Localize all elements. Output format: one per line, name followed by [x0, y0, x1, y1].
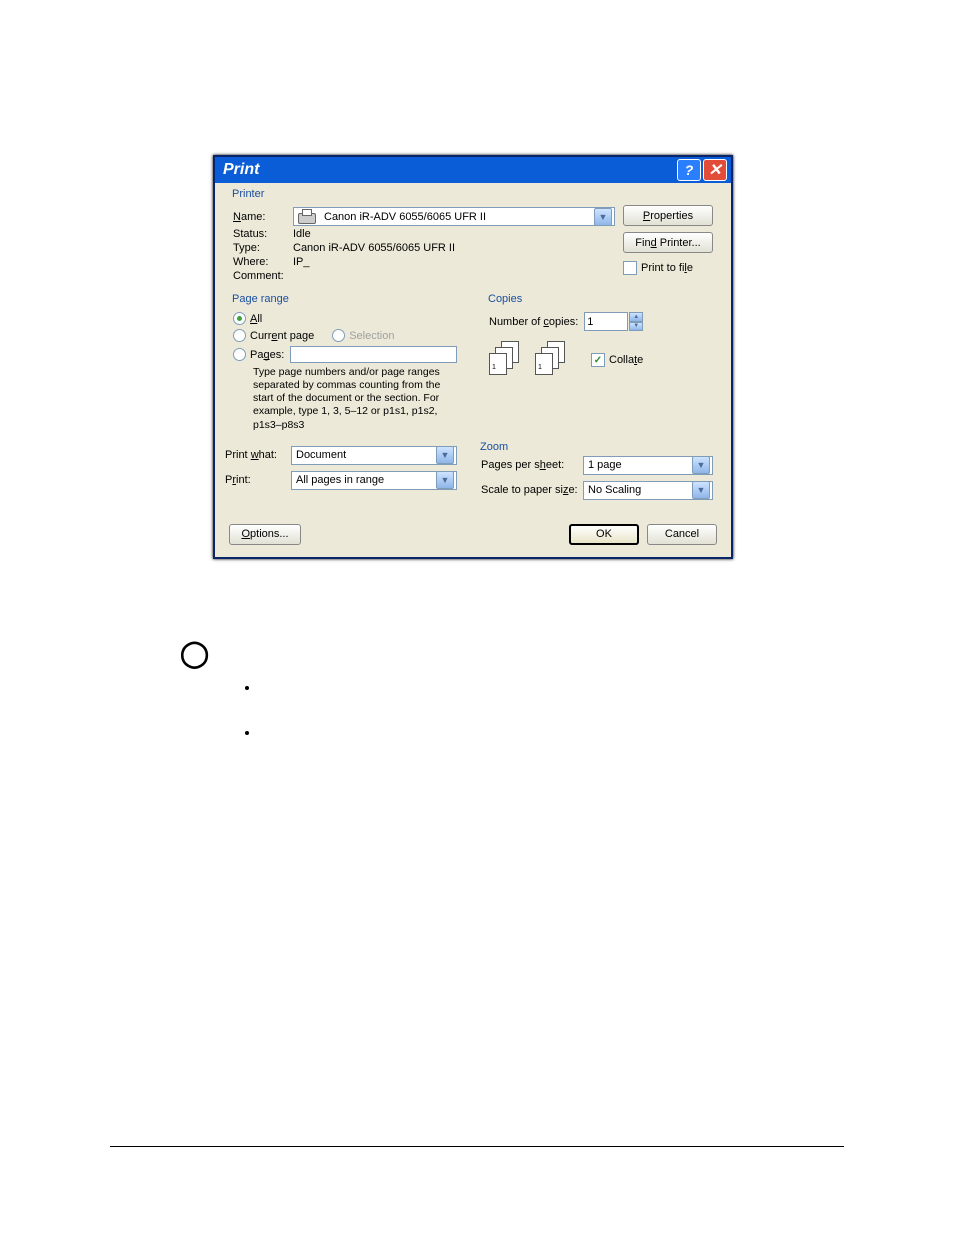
- pages-input[interactable]: [290, 346, 457, 363]
- chevron-down-icon[interactable]: ▼: [436, 471, 454, 489]
- status-label: Status:: [233, 228, 293, 240]
- radio-pages[interactable]: Pages:: [233, 348, 284, 361]
- num-copies-input[interactable]: [584, 312, 628, 331]
- copies-section: Copies Number of copies: ▲ ▼ 3 2: [481, 300, 721, 438]
- page-range-legend: Page range: [229, 293, 292, 305]
- copies-legend: Copies: [485, 293, 525, 305]
- close-button[interactable]: ✕: [703, 159, 727, 181]
- zoom-legend: Zoom: [477, 441, 511, 453]
- radio-all[interactable]: All: [233, 312, 457, 325]
- options-button[interactable]: Options...: [229, 524, 301, 545]
- print-what-value: Document: [294, 449, 436, 461]
- printer-icon: [296, 209, 316, 225]
- pages-per-sheet-dropdown[interactable]: 1 page ▼: [583, 456, 713, 475]
- footer-divider: [110, 1146, 844, 1147]
- printer-name-dropdown[interactable]: Canon iR-ADV 6055/6065 UFR II ▼: [293, 207, 615, 226]
- print-label: Print:: [225, 474, 291, 486]
- printer-legend: Printer: [229, 188, 267, 200]
- print-value: All pages in range: [294, 474, 436, 486]
- scale-label: Scale to paper size:: [481, 484, 583, 496]
- print-to-file-checkbox[interactable]: Print to file: [623, 261, 713, 275]
- collate-checkbox[interactable]: ✓ Collate: [591, 353, 643, 367]
- spin-down-icon[interactable]: ▼: [629, 322, 643, 332]
- chevron-down-icon[interactable]: ▼: [436, 446, 454, 464]
- printer-name-value: Canon iR-ADV 6055/6065 UFR II: [322, 211, 594, 223]
- radio-icon: [233, 312, 246, 325]
- print-what-dropdown[interactable]: Document ▼: [291, 446, 457, 465]
- radio-current-page[interactable]: Current page: [233, 329, 314, 342]
- chevron-down-icon[interactable]: ▼: [692, 481, 710, 499]
- comment-label: Comment:: [233, 270, 293, 282]
- pages-per-sheet-value: 1 page: [586, 459, 692, 471]
- chevron-down-icon[interactable]: ▼: [594, 208, 612, 226]
- checkbox-icon: [623, 261, 637, 275]
- scale-dropdown[interactable]: No Scaling ▼: [583, 481, 713, 500]
- printer-section: Printer Name: Canon iR-ADV 6055/6065 UFR…: [225, 195, 721, 290]
- page-range-hint: Type page numbers and/or page ranges sep…: [253, 366, 457, 432]
- radio-selection: Selection: [332, 329, 394, 342]
- scale-value: No Scaling: [586, 484, 692, 496]
- zoom-section: Zoom Pages per sheet: 1 page ▼ Scale to …: [473, 448, 721, 508]
- num-copies-spinner[interactable]: ▲ ▼: [584, 312, 643, 331]
- where-label: Where:: [233, 256, 293, 268]
- type-value: Canon iR-ADV 6055/6065 UFR II: [293, 242, 455, 254]
- checkbox-icon: ✓: [591, 353, 605, 367]
- page-range-section: Page range All Current page Selection Pa…: [225, 300, 465, 438]
- where-value: IP_: [293, 256, 310, 268]
- collate-icon: 3 2 1: [535, 341, 575, 379]
- circle-icon: ◯: [180, 638, 209, 668]
- status-value: Idle: [293, 228, 311, 240]
- radio-icon: [332, 329, 345, 342]
- print-what-label: Print what:: [225, 449, 291, 461]
- spin-up-icon[interactable]: ▲: [629, 312, 643, 322]
- title-bar[interactable]: Print ? ✕: [215, 157, 731, 183]
- collate-icon: 3 2 1: [489, 341, 529, 379]
- pages-per-sheet-label: Pages per sheet:: [481, 459, 583, 471]
- chevron-down-icon[interactable]: ▼: [692, 456, 710, 474]
- print-to-file-label: Print to file: [641, 262, 693, 274]
- page-body-text: ◯: [180, 640, 260, 770]
- print-dialog: Print ? ✕ Printer Name: Canon iR-ADV 605…: [213, 155, 733, 559]
- help-button[interactable]: ?: [677, 159, 701, 181]
- num-copies-label: Number of copies:: [489, 316, 578, 328]
- name-label: Name:: [233, 211, 293, 223]
- radio-icon: [233, 348, 246, 361]
- dialog-title: Print: [223, 161, 259, 179]
- properties-button[interactable]: Properties: [623, 205, 713, 226]
- type-label: Type:: [233, 242, 293, 254]
- cancel-button[interactable]: Cancel: [647, 524, 717, 545]
- find-printer-button[interactable]: Find Printer...: [623, 232, 713, 253]
- ok-button[interactable]: OK: [569, 524, 639, 545]
- print-dropdown[interactable]: All pages in range ▼: [291, 471, 457, 490]
- radio-icon: [233, 329, 246, 342]
